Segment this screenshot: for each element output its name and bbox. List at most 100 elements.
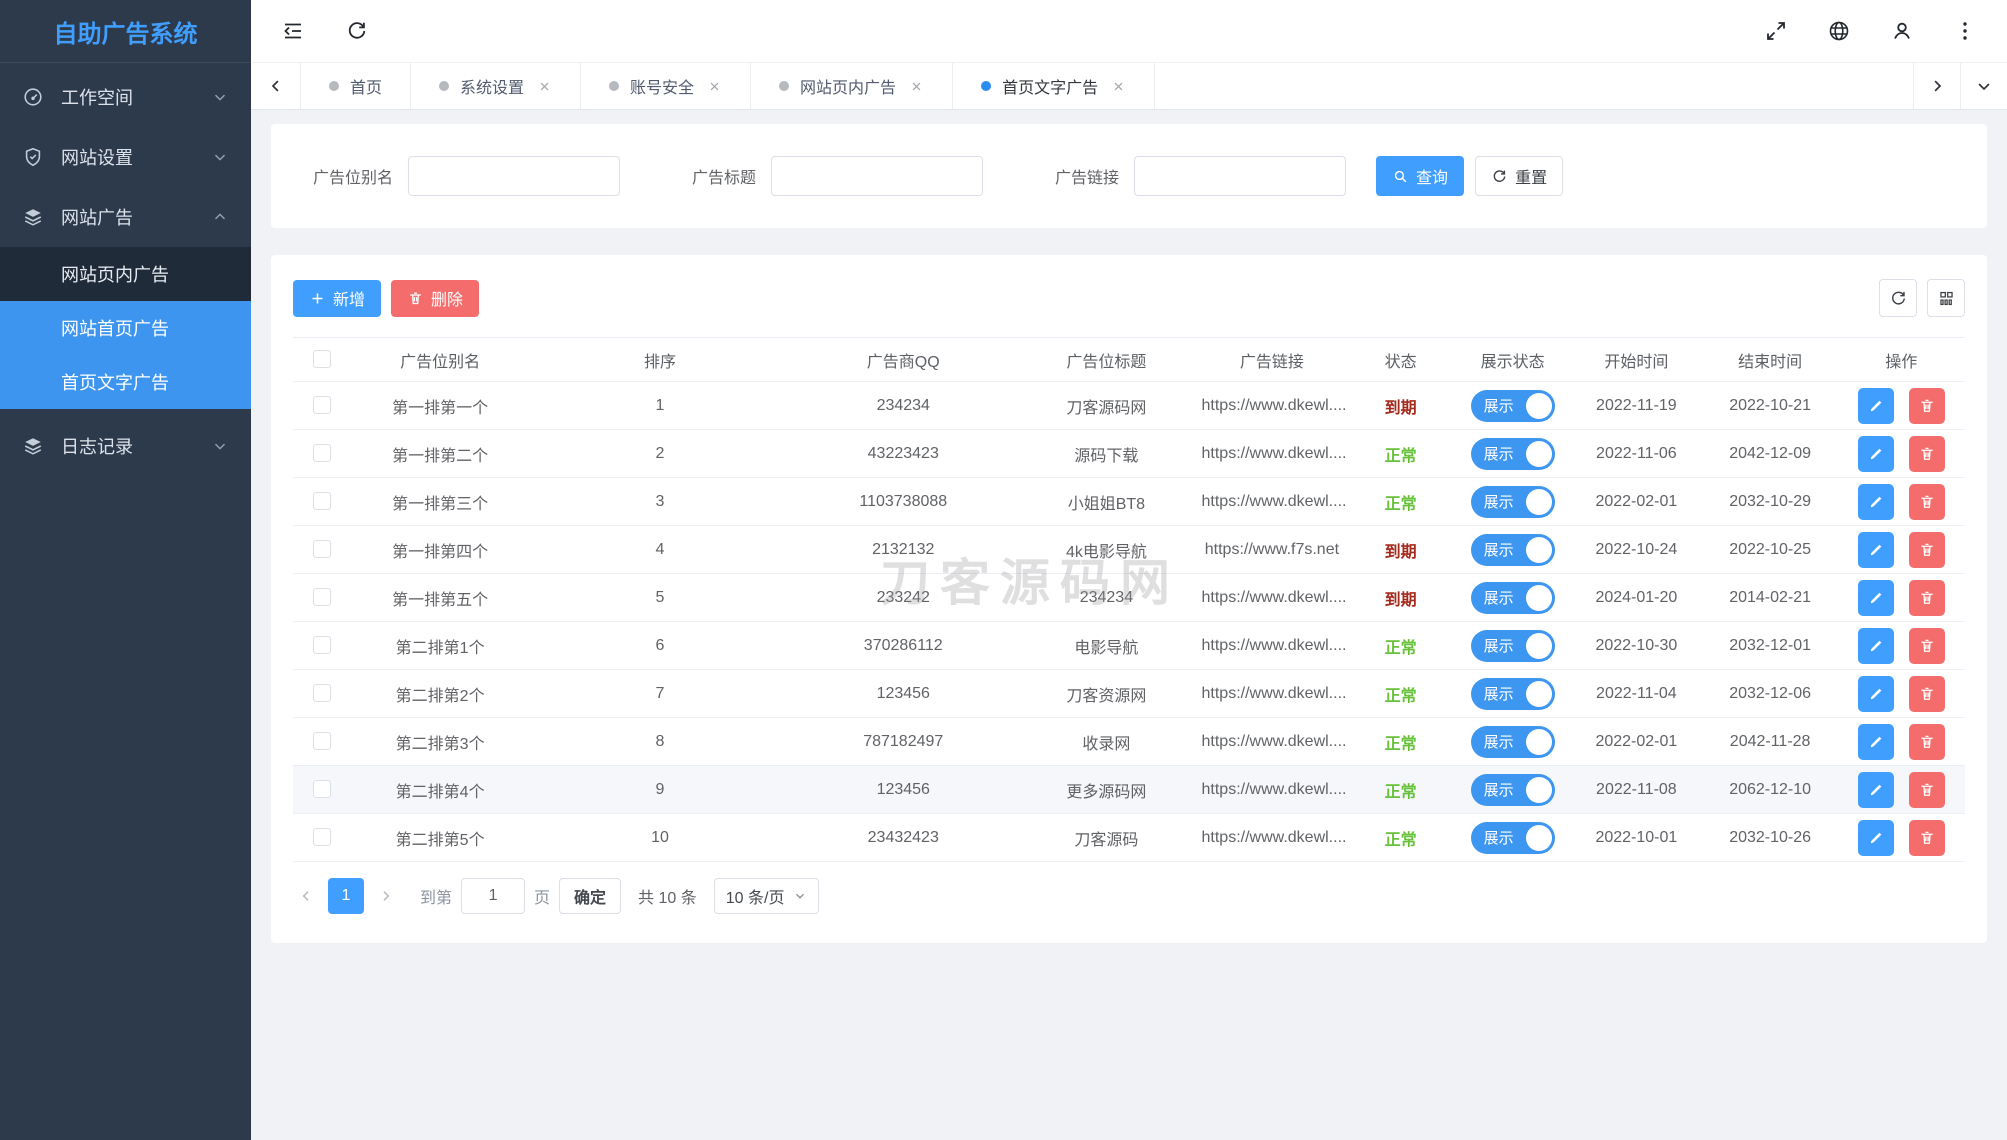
sidebar-item-site-settings[interactable]: 网站设置: [0, 127, 251, 187]
goto-confirm-button[interactable]: 确定: [559, 878, 621, 914]
column-header-title: 广告位标题: [1015, 338, 1197, 382]
table-refresh-button[interactable]: [1879, 279, 1917, 317]
edit-row-button[interactable]: [1858, 532, 1894, 568]
tab-home-text-ads[interactable]: 首页文字广告: [953, 63, 1155, 109]
sidebar-item-logs[interactable]: 日志记录: [0, 416, 251, 476]
delete-row-button[interactable]: [1909, 532, 1945, 568]
cell-sort: 9: [529, 766, 792, 814]
toggle-knob: [1526, 777, 1552, 803]
edit-row-button[interactable]: [1858, 580, 1894, 616]
sidebar-item-site-ads[interactable]: 网站广告: [0, 187, 251, 247]
delete-row-button[interactable]: [1909, 772, 1945, 808]
tab-system-settings[interactable]: 系统设置: [411, 63, 581, 109]
collapse-sidebar-icon[interactable]: [281, 19, 305, 43]
edit-row-button[interactable]: [1858, 724, 1894, 760]
total-count-label: 共 10 条: [638, 884, 697, 908]
sidebar-subitem-page-ads[interactable]: 网站页内广告: [0, 247, 251, 301]
row-checkbox[interactable]: [313, 828, 331, 846]
delete-row-button[interactable]: [1909, 484, 1945, 520]
close-icon[interactable]: [707, 79, 722, 94]
column-settings-button[interactable]: [1927, 279, 1965, 317]
row-checkbox[interactable]: [313, 588, 331, 606]
display-toggle[interactable]: 展示: [1471, 534, 1555, 566]
reset-button[interactable]: 重置: [1475, 156, 1563, 196]
cell-start-time: 2022-11-06: [1570, 430, 1702, 478]
tab-site-page-ads[interactable]: 网站页内广告: [751, 63, 953, 109]
more-vertical-icon[interactable]: [1953, 19, 1977, 43]
row-checkbox[interactable]: [313, 396, 331, 414]
status-badge: 正常: [1385, 736, 1417, 753]
sidebar-subitem-home-text-ads[interactable]: 首页文字广告: [0, 355, 251, 409]
display-toggle[interactable]: 展示: [1471, 774, 1555, 806]
tabs-scroll-left-button[interactable]: [251, 63, 301, 109]
user-icon[interactable]: [1890, 19, 1914, 43]
query-button[interactable]: 查询: [1376, 156, 1464, 196]
tabs-menu-button[interactable]: [1960, 63, 2007, 109]
delete-row-button[interactable]: [1909, 388, 1945, 424]
ads-table: 广告位别名 排序 广告商QQ 广告位标题 广告链接 状态 展示状态 开始时间 结…: [293, 337, 1965, 862]
row-checkbox[interactable]: [313, 540, 331, 558]
select-all-checkbox[interactable]: [313, 350, 331, 368]
cell-start-time: 2022-10-24: [1570, 526, 1702, 574]
display-toggle[interactable]: 展示: [1471, 582, 1555, 614]
display-toggle[interactable]: 展示: [1471, 630, 1555, 662]
ad-slot-name-input[interactable]: [408, 156, 620, 196]
fullscreen-icon[interactable]: [1764, 19, 1788, 43]
delete-row-button[interactable]: [1909, 676, 1945, 712]
column-header-link: 广告链接: [1198, 338, 1347, 382]
edit-row-button[interactable]: [1858, 388, 1894, 424]
sidebar-submenu-site-ads: 网站页内广告 网站首页广告 首页文字广告: [0, 247, 251, 409]
add-button[interactable]: 新增: [293, 280, 381, 317]
display-toggle[interactable]: 展示: [1471, 486, 1555, 518]
tab-label: 首页: [350, 74, 382, 98]
goto-page-input[interactable]: [461, 878, 525, 914]
bulk-delete-button[interactable]: 删除: [391, 280, 479, 317]
cell-sort: 5: [529, 574, 792, 622]
sidebar-item-workspace[interactable]: 工作空间: [0, 67, 251, 127]
globe-icon[interactable]: [1827, 19, 1851, 43]
layers-icon: [22, 206, 44, 228]
row-checkbox[interactable]: [313, 636, 331, 654]
close-icon[interactable]: [537, 79, 552, 94]
tabs-scroll-right-button[interactable]: [1913, 63, 1960, 109]
ad-link-input[interactable]: [1134, 156, 1346, 196]
refresh-icon[interactable]: [345, 19, 369, 43]
cell-qq: 234234: [791, 382, 1015, 430]
row-checkbox[interactable]: [313, 444, 331, 462]
close-icon[interactable]: [1111, 79, 1126, 94]
column-settings-icon: [1937, 289, 1956, 308]
edit-row-button[interactable]: [1858, 628, 1894, 664]
tab-account-security[interactable]: 账号安全: [581, 63, 751, 109]
row-checkbox[interactable]: [313, 780, 331, 798]
edit-row-button[interactable]: [1858, 484, 1894, 520]
tabbar-controls: [1913, 63, 2007, 109]
cell-qq: 2132132: [791, 526, 1015, 574]
tab-home[interactable]: 首页: [301, 63, 411, 109]
edit-row-button[interactable]: [1858, 772, 1894, 808]
display-toggle[interactable]: 展示: [1471, 438, 1555, 470]
next-page-button[interactable]: [373, 878, 399, 914]
display-toggle[interactable]: 展示: [1471, 390, 1555, 422]
ad-title-input[interactable]: [771, 156, 983, 196]
row-checkbox[interactable]: [313, 732, 331, 750]
edit-row-button[interactable]: [1858, 676, 1894, 712]
display-toggle[interactable]: 展示: [1471, 678, 1555, 710]
delete-row-button[interactable]: [1909, 436, 1945, 472]
close-icon[interactable]: [909, 79, 924, 94]
row-checkbox[interactable]: [313, 492, 331, 510]
row-checkbox[interactable]: [313, 684, 331, 702]
prev-page-button[interactable]: [293, 878, 319, 914]
edit-row-button[interactable]: [1858, 820, 1894, 856]
delete-row-button[interactable]: [1909, 820, 1945, 856]
display-toggle[interactable]: 展示: [1471, 726, 1555, 758]
delete-row-button[interactable]: [1909, 580, 1945, 616]
edit-row-button[interactable]: [1858, 436, 1894, 472]
delete-row-button[interactable]: [1909, 628, 1945, 664]
page-number-button[interactable]: 1: [328, 878, 364, 914]
delete-row-button[interactable]: [1909, 724, 1945, 760]
field-label: 广告标题: [692, 164, 756, 188]
display-toggle[interactable]: 展示: [1471, 822, 1555, 854]
page-size-select[interactable]: 10 条/页: [714, 878, 820, 914]
pagination: 1 到第 页 确定 共 10 条 10 条/页: [293, 878, 1965, 914]
sidebar-subitem-home-ads[interactable]: 网站首页广告: [0, 301, 251, 355]
